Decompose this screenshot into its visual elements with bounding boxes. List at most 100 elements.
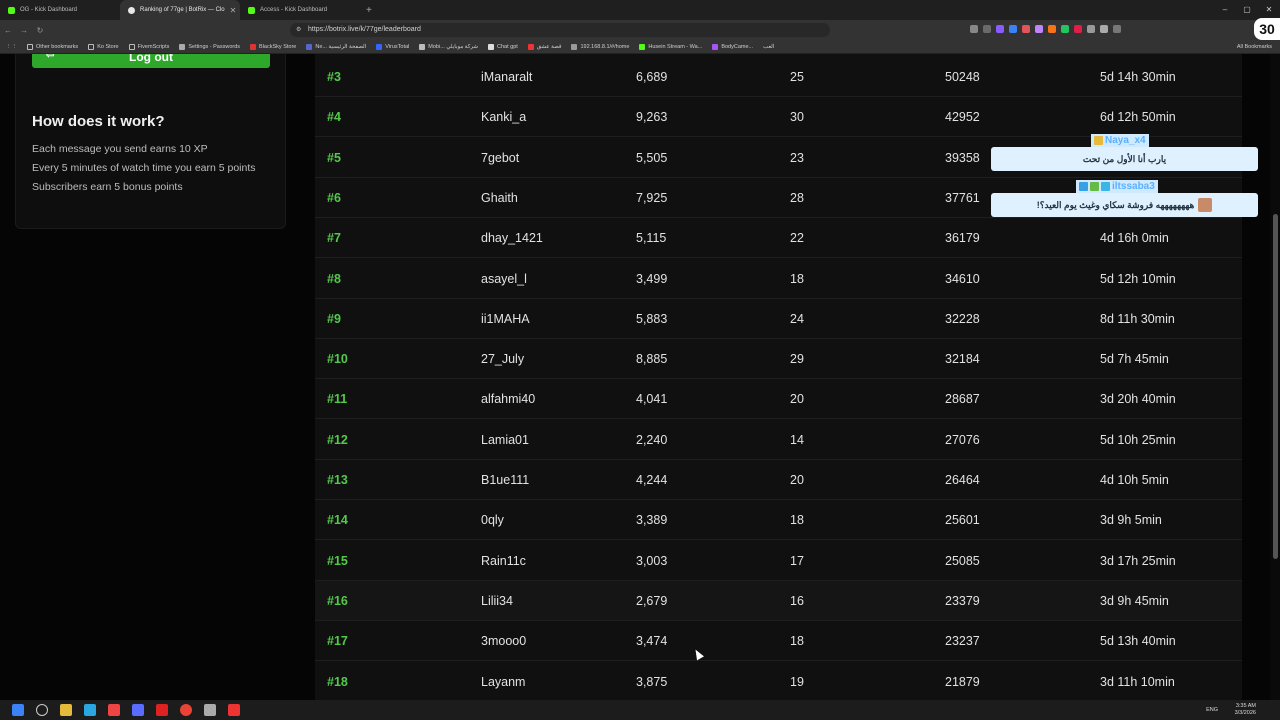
bookmark-item[interactable]: Chat gpt [488,43,518,50]
rank-cell: #13 [327,473,348,487]
bookmark-item[interactable]: Husein Stream - Wa... [639,43,702,50]
new-tab-button[interactable]: + [360,5,378,16]
close-window-icon[interactable]: ✕ [1258,0,1280,20]
tab-og-kick-dashboard[interactable]: OG - Kick Dashboard [0,0,120,20]
settings-icon[interactable] [204,704,216,716]
close-tab-icon[interactable]: ✕ [230,6,237,15]
scrollbar-thumb[interactable] [1273,214,1278,559]
table-row[interactable]: #12 Lamia01 2,240 14 27076 5d 10h 25min [315,420,1242,460]
bookmark-item[interactable]: 192.168.8.1/#/home [571,43,629,50]
url-input[interactable]: ⚙ https://botrix.live/k/77ge/leaderboard [290,23,830,37]
table-row[interactable]: #13 B1ue111 4,244 20 26464 4d 10h 5min [315,460,1242,500]
language-indicator[interactable]: ENG [1206,707,1218,713]
tab-botrix-ranking[interactable]: Ranking of 77ge | BotRix — Clo ✕ [120,0,240,20]
table-row[interactable]: #15 Rain11c 3,003 17 25085 3d 17h 25min [315,541,1242,581]
rank-cell: #14 [327,513,348,528]
points-cell: 50248 [945,70,980,84]
watch-time-cell: 3d 9h 45min [1100,593,1169,608]
table-row[interactable]: #8 asayel_l 3,499 18 34610 5d 12h 10min [315,259,1242,299]
maximize-icon[interactable]: ▢ [1236,0,1258,20]
all-bookmarks-button[interactable]: All Bookmarks [1237,44,1272,50]
minimize-icon[interactable]: – [1214,0,1236,20]
watch-time-cell: 5d 10h 25min [1100,432,1176,447]
extension-icon[interactable] [1061,25,1069,33]
app-icon[interactable] [228,704,240,716]
reload-icon[interactable]: ↻ [32,26,48,35]
browser-tab-bar: OG - Kick Dashboard Ranking of 77ge | Bo… [0,0,1280,20]
xp-cell: 3,499 [636,271,668,286]
watch-time-cell: 3d 17h 25min [1100,553,1176,568]
system-clock[interactable]: 3:35 AM 3/3/2026 [1235,703,1256,717]
level-cell: 19 [790,674,804,689]
table-row[interactable]: #16 Lilii34 2,679 16 23379 3d 9h 45min [315,580,1242,621]
app-icon[interactable] [108,704,120,716]
logout-button[interactable]: ⇦ Log out [32,54,270,68]
tab-title: Access - Kick Dashboard [260,7,328,13]
table-row[interactable]: #9 ii1MAHA 5,883 24 32228 8d 11h 30min [315,299,1242,339]
site-info-icon[interactable]: ⚙ [296,23,301,37]
rank-cell: #16 [327,593,348,608]
bookmarks-bar: ⋮⋮ Other bookmarks Ko Store FivemScripts… [0,40,1280,54]
bookmark-item[interactable]: قصة عشق [527,43,561,50]
points-cell: 25601 [945,513,980,528]
xp-cell: 5,883 [636,311,668,326]
bookmark-item[interactable]: Other bookmarks [27,43,78,50]
emote-icon [1198,198,1213,212]
telegram-icon[interactable] [84,704,96,716]
points-cell: 32228 [945,311,980,326]
extension-icon[interactable] [1113,25,1121,33]
rank-cell: #7 [327,231,341,246]
bookmark-item[interactable]: BlackSky Store [250,43,296,50]
extension-icon[interactable] [1009,25,1017,33]
extension-icon[interactable] [1048,25,1056,33]
windows-start-icon[interactable] [12,704,24,716]
bookmark-item[interactable]: FivemScripts [128,43,169,50]
table-row[interactable]: #4 Kanki_a 9,263 30 42952 6d 12h 50min [315,97,1242,138]
extension-icon[interactable] [1087,25,1095,33]
points-cell: 28687 [945,392,980,407]
bookmark-item[interactable]: VirusTotal [376,43,409,50]
app-icon[interactable] [156,704,168,716]
bookmark-item[interactable]: Settings - Passwords [179,43,240,50]
bookmark-item[interactable]: Ne... الصفحة الرئيسية [306,43,366,50]
table-row[interactable]: #10 27_July 8,885 29 32184 5d 7h 45min [315,339,1242,380]
xp-cell: 4,041 [636,392,668,407]
back-icon[interactable]: ← [0,26,16,35]
discord-icon[interactable] [132,704,144,716]
table-row[interactable]: #18 Layanm 3,875 19 21879 3d 11h 10min [315,662,1242,701]
search-icon[interactable] [36,704,48,716]
table-row[interactable]: #11 alfahmi40 4,041 20 28687 3d 20h 40min [315,379,1242,420]
table-row[interactable]: #17 3mooo0 3,474 18 23237 5d 13h 40min [315,621,1242,662]
xp-cell: 6,689 [636,70,668,84]
username-cell: iManaralt [481,70,533,84]
chrome-icon[interactable] [180,704,192,716]
extension-icon[interactable] [970,25,978,33]
table-row[interactable]: #7 dhay_1421 5,115 22 36179 4d 16h 0min [315,218,1242,259]
extension-icon[interactable] [1022,25,1030,33]
tab-access-kick-dashboard[interactable]: Access - Kick Dashboard [240,0,360,20]
username-cell: 0qly [481,513,504,528]
bookmark-item[interactable]: BodyCame... [712,43,753,50]
extension-icon[interactable] [983,25,991,33]
bookmark-item[interactable]: العب [763,44,774,50]
level-cell: 20 [790,473,804,487]
table-row[interactable]: #14 0qly 3,389 18 25601 3d 9h 5min [315,500,1242,541]
forward-icon[interactable]: → [16,26,32,35]
points-cell: 26464 [945,473,980,487]
extension-icon[interactable] [1074,25,1082,33]
table-row[interactable]: #3 iManaralt 6,689 25 50248 5d 14h 30min [315,57,1242,97]
chat-message: يارب أنا الأول من تحت [991,147,1258,171]
watch-time-cell: 5d 7h 45min [1100,352,1169,367]
username-cell: 3mooo0 [481,634,527,649]
extension-icon[interactable] [1035,25,1043,33]
bookmark-item[interactable]: Ko Store [88,43,119,50]
level-cell: 18 [790,513,804,528]
xp-cell: 5,115 [636,231,667,246]
apps-icon[interactable]: ⋮⋮ [6,44,17,50]
extension-icon[interactable] [996,25,1004,33]
username-cell: Lilii34 [481,593,513,608]
level-cell: 30 [790,110,804,125]
extension-icon[interactable] [1100,25,1108,33]
bookmark-item[interactable]: Mobi... شركة موبايلي [419,43,478,50]
file-explorer-icon[interactable] [60,704,72,716]
